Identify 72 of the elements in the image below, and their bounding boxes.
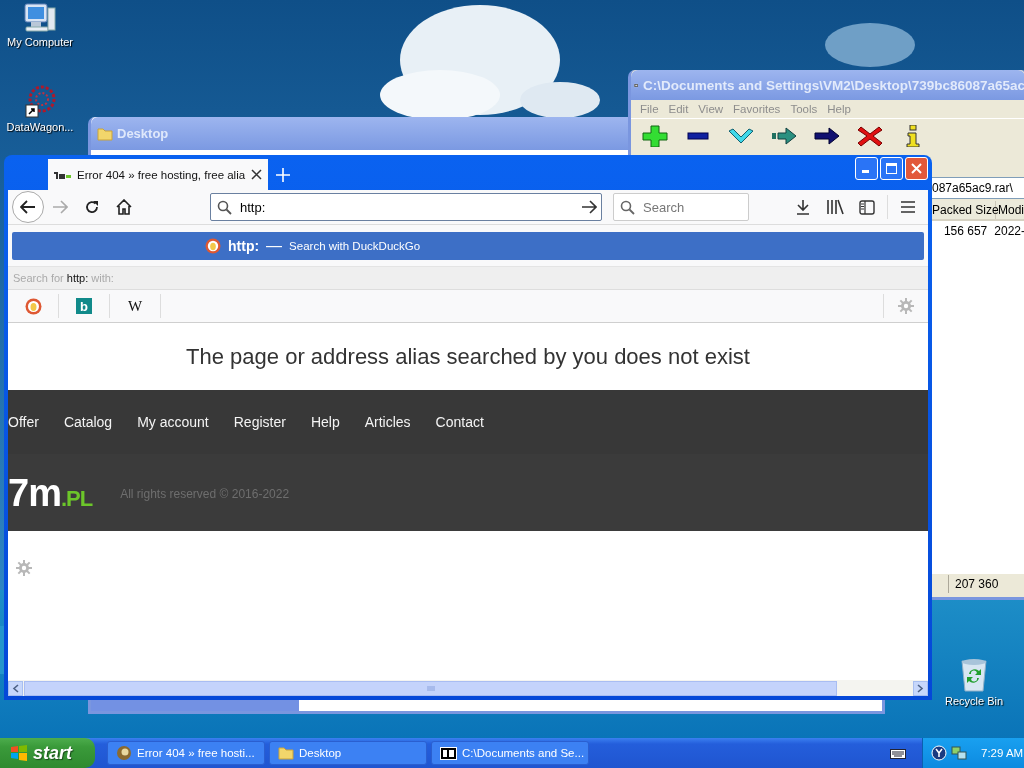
engine-button[interactable]: W bbox=[127, 297, 143, 315]
nav-link[interactable]: Help bbox=[310, 414, 340, 430]
engine-button[interactable]: b bbox=[76, 298, 92, 314]
search-hint-text: Search for http: with: bbox=[13, 272, 114, 284]
close-icon[interactable] bbox=[251, 169, 262, 180]
search-icon bbox=[620, 199, 635, 215]
address-field[interactable]: 087a65ac9.rar\ bbox=[930, 177, 1024, 199]
right-chevron-icon bbox=[917, 683, 924, 693]
clock: 7:29 AM bbox=[981, 747, 1024, 759]
network-shortcut-icon[interactable] bbox=[23, 85, 57, 119]
nav-link[interactable]: Offer bbox=[8, 414, 39, 430]
nav-link[interactable]: Register bbox=[233, 414, 286, 430]
grip-icon bbox=[426, 684, 435, 692]
search-field[interactable]: Search bbox=[613, 193, 749, 221]
new-tab-icon[interactable] bbox=[276, 167, 290, 182]
reload-icon[interactable] bbox=[84, 199, 100, 215]
computer-icon[interactable] bbox=[23, 2, 57, 34]
favicon-icon bbox=[54, 169, 72, 180]
nav-link[interactable]: Contact bbox=[435, 414, 484, 430]
menu-icon[interactable] bbox=[900, 200, 916, 214]
icon-label[interactable]: DataWagon... bbox=[6, 121, 74, 133]
minimize-button[interactable] bbox=[855, 157, 878, 180]
window-title: C:\Documents and Settings\VM2\Desktop\739bc86087a65ac bbox=[643, 77, 1024, 93]
archive-app-icon bbox=[440, 746, 457, 760]
plus-icon[interactable] bbox=[641, 125, 669, 147]
scroll-right-button[interactable] bbox=[913, 680, 928, 696]
taskbar-button[interactable]: Desktop bbox=[269, 741, 427, 765]
close-button[interactable] bbox=[905, 157, 928, 180]
taskbar-button[interactable]: C:\Documents and Se... bbox=[431, 741, 589, 765]
nav-link[interactable]: My account bbox=[137, 414, 209, 430]
site-logo[interactable]: 7m.PL bbox=[8, 472, 93, 515]
download-icon[interactable] bbox=[795, 199, 811, 215]
arrow-icon[interactable] bbox=[813, 125, 841, 147]
go-arrow-icon[interactable] bbox=[581, 200, 597, 214]
network-icon[interactable] bbox=[951, 745, 967, 761]
library-icon[interactable] bbox=[826, 199, 844, 215]
search-icon bbox=[217, 199, 232, 215]
close-icon bbox=[911, 163, 922, 174]
icon-label[interactable]: My Computer bbox=[7, 36, 73, 48]
start-button[interactable]: start bbox=[0, 738, 95, 768]
recycle-bin-icon[interactable] bbox=[958, 657, 990, 693]
folder-icon bbox=[278, 746, 294, 760]
icon-label[interactable]: Recycle Bin bbox=[944, 695, 1004, 707]
duck-icon[interactable] bbox=[24, 297, 42, 315]
status-text: 207 360 bbox=[948, 575, 999, 593]
address-field[interactable]: http: bbox=[210, 193, 602, 221]
taskbar-button[interactable]: Error 404 » free hosti... bbox=[107, 741, 265, 765]
table-cell-text: 2022- bbox=[993, 224, 1024, 238]
suggestion-item[interactable]: http: — Search with DuckDuckGo bbox=[12, 232, 924, 260]
back-button[interactable] bbox=[12, 191, 44, 223]
tray-circle-icon[interactable] bbox=[931, 745, 947, 761]
sidebar-icon[interactable] bbox=[859, 199, 875, 215]
delete-icon[interactable] bbox=[856, 125, 884, 147]
browser-icon bbox=[116, 745, 132, 761]
maximize-icon bbox=[886, 163, 897, 174]
arrow-icon[interactable] bbox=[770, 125, 798, 147]
maximize-button[interactable] bbox=[880, 157, 903, 180]
error-heading: The page or address alias searched by you does not exist bbox=[186, 343, 750, 370]
windows-flag-icon bbox=[10, 744, 28, 762]
nav-link[interactable]: Articles bbox=[364, 414, 411, 430]
keyboard-icon[interactable] bbox=[890, 747, 906, 759]
nav-link[interactable]: Catalog bbox=[63, 414, 113, 430]
folder-icon bbox=[97, 126, 113, 141]
browser-tab[interactable]: Error 404 » free hosting, free alia bbox=[48, 159, 268, 190]
left-chevron-icon bbox=[12, 683, 19, 693]
window-title: Desktop bbox=[117, 126, 169, 141]
table-cell-text: 156 657 bbox=[942, 224, 989, 238]
home-icon[interactable] bbox=[116, 199, 132, 215]
scrollbar-thumb[interactable] bbox=[91, 700, 299, 711]
duck-icon bbox=[205, 238, 221, 254]
scroll-left-button[interactable] bbox=[8, 680, 23, 696]
back-arrow-icon bbox=[20, 200, 36, 214]
